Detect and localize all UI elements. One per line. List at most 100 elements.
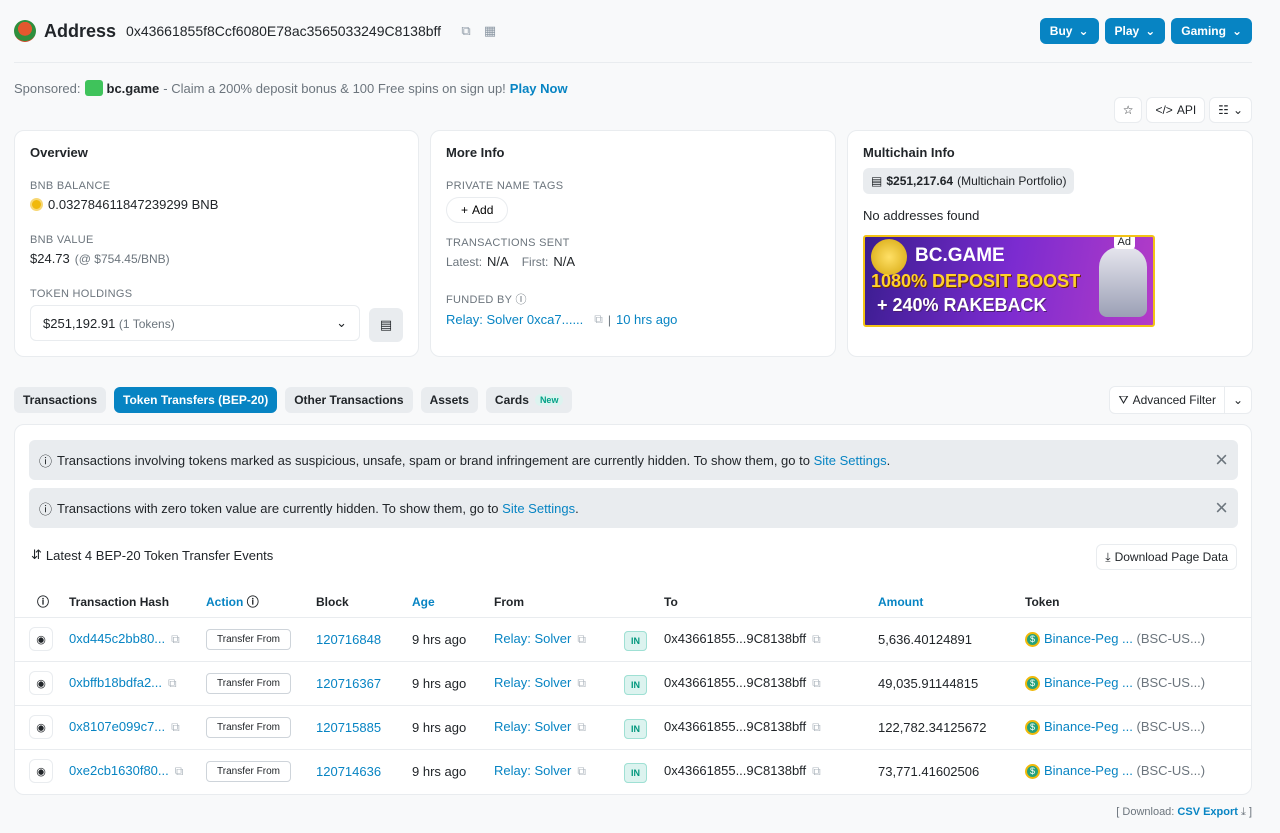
action-cell: Transfer From [206, 617, 316, 662]
tab-token-transfers[interactable]: Token Transfers (BEP-20) [114, 387, 278, 413]
block-cell: 120714636 [316, 749, 412, 793]
transactions-sent: Latest: N/A First: N/A [446, 254, 820, 269]
from-link[interactable]: Relay: Solver [494, 631, 571, 646]
favorite-button[interactable]: ☆ [1113, 97, 1143, 123]
add-label: Add [472, 203, 494, 217]
copy-icon[interactable]: ⧉ [175, 764, 184, 778]
more-info-card: More Info PRIVATE NAME TAGS + Add TRANSAC… [430, 130, 836, 357]
close-icon[interactable]: × [1215, 449, 1228, 471]
to-cell: 0x43661855...9C8138bff ⧉ [664, 705, 878, 750]
eye-icon[interactable]: ◉ [29, 715, 53, 739]
add-name-tag-button[interactable]: + Add [446, 197, 509, 223]
copy-icon[interactable]: ⧉ [812, 632, 821, 646]
block-link[interactable]: 120716367 [316, 676, 381, 691]
api-button[interactable]: </> API [1146, 97, 1206, 123]
copy-icon[interactable]: ⧉ [812, 676, 821, 690]
bnb-value-amount: $24.73 [30, 251, 70, 266]
from-link[interactable]: Relay: Solver [494, 719, 571, 734]
separator: | [607, 312, 611, 327]
chevron-down-icon: ⌄ [1232, 103, 1243, 117]
sponsored-banner: Sponsored: bc.game - Claim a 200% deposi… [14, 80, 568, 96]
block-link[interactable]: 120715885 [316, 720, 381, 735]
csv-export-link[interactable]: CSV Export [1177, 806, 1238, 818]
ad-brand: BC.GAME [915, 245, 1005, 266]
tx-hash-link[interactable]: 0x8107e099c7... [69, 719, 165, 734]
code-icon: </> [1155, 103, 1173, 117]
from-cell: Relay: Solver ⧉ [494, 661, 624, 706]
gaming-button[interactable]: Gaming ⌄ [1171, 18, 1252, 44]
token-link[interactable]: Binance-Peg ... (BSC-US...) [1044, 675, 1205, 690]
eye-icon[interactable]: ◉ [29, 671, 53, 695]
hash-cell: 0x8107e099c7... ⧉ [69, 705, 206, 750]
close-icon[interactable]: × [1215, 497, 1228, 519]
from-link[interactable]: Relay: Solver [494, 763, 571, 778]
copy-icon[interactable]: ⧉ [171, 632, 180, 646]
copy-icon[interactable]: ⧉ [577, 720, 586, 734]
qr-code-icon[interactable]: ▦ [481, 22, 499, 40]
tab-cards[interactable]: Cards New [485, 387, 573, 413]
csv-export: [ Download: CSV Export ⤓ ] [1116, 806, 1252, 819]
token-holdings-dropdown[interactable]: $251,192.91 (1 Tokens) ⌄ [30, 305, 360, 341]
filter-icon: ⛛ [1118, 392, 1129, 407]
preview-cell: ◉ [15, 617, 69, 662]
block-link[interactable]: 120716848 [316, 632, 381, 647]
copy-icon[interactable]: ⧉ [577, 632, 586, 646]
copy-icon[interactable]: ⧉ [594, 312, 603, 327]
site-settings-link[interactable]: Site Settings [814, 453, 887, 468]
copy-icon[interactable]: ⧉ [812, 764, 821, 778]
funded-age-link[interactable]: 10 hrs ago [616, 312, 677, 327]
site-settings-link[interactable]: Site Settings [502, 501, 575, 516]
multichain-portfolio-button[interactable]: ▤ $251,217.64 (Multichain Portfolio) [863, 168, 1075, 194]
eye-icon[interactable]: ◉ [29, 627, 53, 651]
tx-hash-link[interactable]: 0xd445c2bb80... [69, 631, 165, 646]
copy-icon[interactable]: ⧉ [171, 720, 180, 734]
advanced-filter-button[interactable]: ⛛ Advanced Filter [1109, 386, 1225, 414]
page-header: Address 0x43661855f8Ccf6080E78ac35650332… [14, 16, 1252, 46]
funded-by-link[interactable]: Relay: Solver 0xca7...... [446, 312, 583, 327]
token-cell: $ Binance-Peg ... (BSC-US...) [1025, 705, 1251, 750]
tx-hash-link[interactable]: 0xbffb18bdfa2... [69, 675, 162, 690]
bc-game-ad-banner[interactable]: BC.GAME 1080% DEPOSIT BOOST + 240% RAKEB… [863, 235, 1155, 327]
action-header-label[interactable]: Action [206, 595, 243, 609]
download-page-data-button[interactable]: ⤓ Download Page Data [1096, 544, 1237, 570]
from-link[interactable]: Relay: Solver [494, 675, 571, 690]
token-name: Binance-Peg ... [1044, 718, 1133, 734]
amount-header-label[interactable]: Amount [878, 595, 923, 609]
copy-icon[interactable]: ⧉ [577, 764, 586, 778]
buy-button[interactable]: Buy ⌄ [1039, 18, 1099, 44]
eye-icon[interactable]: ◉ [29, 759, 53, 784]
tx-hash-link[interactable]: 0xe2cb1630f80... [69, 763, 169, 778]
holdings-amount: $251,192.91 [43, 315, 116, 331]
copy-icon[interactable]: ⧉ [577, 676, 586, 690]
tab-assets[interactable]: Assets [420, 387, 478, 413]
block-link[interactable]: 120714636 [316, 764, 381, 779]
gold-coin-icon [871, 239, 907, 275]
tab-other-transactions[interactable]: Other Transactions [285, 387, 413, 413]
star-icon: ☆ [1122, 103, 1134, 117]
token-link[interactable]: Binance-Peg ... (BSC-US...) [1044, 719, 1205, 734]
copy-icon[interactable]: ⧉ [812, 720, 821, 734]
tab-transactions[interactable]: Transactions [14, 387, 107, 413]
copy-icon[interactable]: ⧉ [168, 676, 177, 690]
more-options-button[interactable]: ☷ ⌄ [1209, 97, 1252, 123]
copy-icon[interactable]: ⧉ [457, 22, 475, 40]
age-header-label[interactable]: Age [412, 595, 435, 609]
question-icon[interactable]: ⓘ [37, 595, 49, 609]
token-cell: $ Binance-Peg ... (BSC-US...) [1025, 749, 1251, 793]
token-transfers-table: ⓘ Transaction Hash Action ⓘ Block Age Fr… [15, 587, 1251, 793]
chevron-down-icon: ⌄ [1232, 393, 1243, 407]
list-icon: ☷ [1218, 103, 1229, 117]
token-link[interactable]: Binance-Peg ... (BSC-US...) [1044, 763, 1205, 778]
direction-cell: IN [624, 749, 664, 793]
token-link[interactable]: Binance-Peg ... (BSC-US...) [1044, 631, 1205, 646]
chevron-down-icon: ⌄ [336, 315, 347, 330]
advanced-filter-dropdown[interactable]: ⌄ [1224, 386, 1252, 414]
bnb-balance-label: BNB BALANCE [30, 180, 111, 192]
play-now-link[interactable]: Play Now [510, 81, 568, 96]
wallet-portfolio-button[interactable]: ▤ [369, 308, 403, 342]
token-symbol: (BSC-US...) [1136, 630, 1206, 646]
bnb-balance-value: 0.032784611847239299 BNB [48, 197, 219, 212]
page-title: Address [44, 20, 117, 41]
multichain-title: Multichain Info [863, 145, 955, 160]
play-button[interactable]: Play ⌄ [1104, 18, 1166, 44]
